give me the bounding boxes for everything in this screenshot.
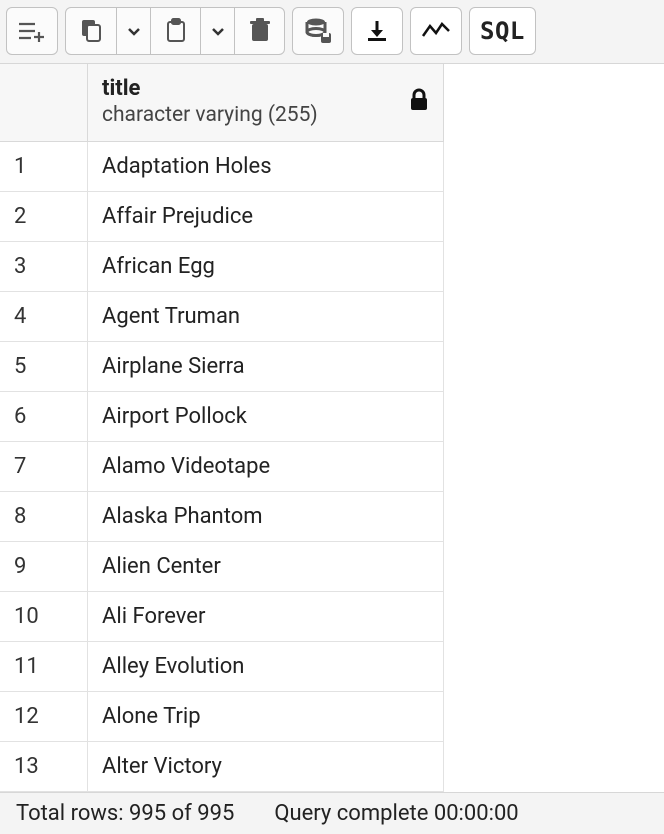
save-data-button[interactable] [293,8,343,54]
lock-icon [409,88,429,118]
copy-icon [78,18,104,44]
row-number[interactable]: 13 [0,742,88,792]
row-number[interactable]: 8 [0,492,88,542]
download-button[interactable] [352,8,402,54]
cell-title[interactable]: Ali Forever [88,592,444,642]
sql-button[interactable]: SQL [470,8,535,54]
row-number[interactable]: 2 [0,192,88,242]
row-number[interactable]: 5 [0,342,88,392]
row-number[interactable]: 3 [0,242,88,292]
sql-icon: SQL [480,17,525,45]
delete-button[interactable] [234,8,284,54]
add-row-group [6,7,58,55]
trash-icon [249,18,271,44]
row-number[interactable]: 1 [0,142,88,192]
status-bar: Total rows: 995 of 995 Query complete 00… [0,792,664,834]
row-number[interactable]: 4 [0,292,88,342]
column-header-text: title character varying (255) [102,76,409,130]
row-number[interactable]: 12 [0,692,88,742]
cell-title[interactable]: African Egg [88,242,444,292]
cell-title[interactable]: Alien Center [88,542,444,592]
row-number[interactable]: 7 [0,442,88,492]
cell-title[interactable]: Alone Trip [88,692,444,742]
cell-title[interactable]: Adaptation Holes [88,142,444,192]
database-save-icon [304,17,332,45]
save-group [292,7,344,55]
row-number[interactable]: 10 [0,592,88,642]
chevron-down-icon [210,23,226,39]
paste-menu-button[interactable] [200,8,234,54]
cell-title[interactable]: Affair Prejudice [88,192,444,242]
cell-title[interactable]: Alley Evolution [88,642,444,692]
column-name: title [102,76,409,102]
paste-button[interactable] [150,8,200,54]
cell-title[interactable]: Alaska Phantom [88,492,444,542]
chart-button[interactable] [411,8,461,54]
status-total-rows: Total rows: 995 of 995 [16,801,234,826]
row-number[interactable]: 6 [0,392,88,442]
column-header[interactable]: title character varying (255) [88,64,444,142]
column-type: character varying (255) [102,102,409,129]
status-query-complete: Query complete 00:00:00 [274,801,518,826]
results-toolbar: SQL [0,0,664,64]
row-header-corner[interactable] [0,64,88,142]
row-number[interactable]: 11 [0,642,88,692]
chart-line-icon [421,20,451,42]
cell-title[interactable]: Airplane Sierra [88,342,444,392]
copy-menu-button[interactable] [116,8,150,54]
row-number[interactable]: 9 [0,542,88,592]
edit-group [65,7,285,55]
cell-title[interactable]: Alamo Videotape [88,442,444,492]
sql-group: SQL [469,7,536,55]
add-row-icon [17,19,47,43]
cell-title[interactable]: Alter Victory [88,742,444,792]
cell-title[interactable]: Airport Pollock [88,392,444,442]
download-group [351,7,403,55]
add-row-button[interactable] [7,8,57,54]
copy-button[interactable] [66,8,116,54]
results-grid[interactable]: title character varying (255) 1Adaptatio… [0,64,664,792]
chevron-down-icon [126,23,142,39]
download-icon [365,19,389,43]
cell-title[interactable]: Agent Truman [88,292,444,342]
chart-group [410,7,462,55]
paste-icon [164,18,188,44]
